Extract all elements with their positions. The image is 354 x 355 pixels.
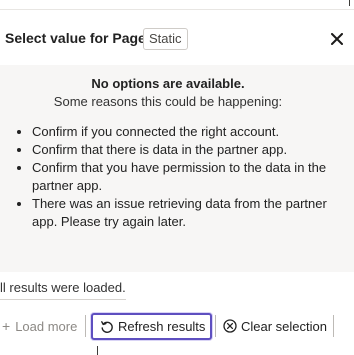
dialog-title: Select value for Page <box>5 30 146 46</box>
reason-item: There was an issue retrieving data from … <box>14 195 336 231</box>
reason-text: Confirm if you connected the right accou… <box>32 124 280 139</box>
separator <box>215 315 216 337</box>
close-button[interactable] <box>327 29 347 49</box>
separator <box>85 315 86 337</box>
notice-title: No options are available. <box>91 76 245 91</box>
separator <box>333 315 334 337</box>
close-icon <box>331 33 343 45</box>
reason-text: Confirm that you have permission to the … <box>32 160 327 193</box>
refresh-icon <box>101 320 113 333</box>
bullet-icon <box>17 202 21 206</box>
results-status: ll results were loaded. <box>0 280 126 295</box>
bullet-icon <box>17 148 21 152</box>
load-more-button[interactable]: + Load more <box>0 313 79 339</box>
notice-subtitle: Some reasons this could be happening: <box>53 94 283 109</box>
reason-text: Confirm that there is data in the partne… <box>32 142 288 157</box>
clear-selection-button[interactable]: Clear selection <box>218 314 333 338</box>
dialog-header: Select value for Page Static <box>0 9 354 65</box>
reasons-list: Confirm if you connected the right accou… <box>14 123 336 231</box>
footer-actions: + Load more Refresh results Clear select… <box>0 313 354 340</box>
results-divider <box>0 299 126 300</box>
static-badge: Static <box>143 28 188 50</box>
plus-icon: + <box>2 318 11 334</box>
bullet-icon <box>17 130 21 134</box>
bullet-icon <box>17 166 21 170</box>
load-more-label: Load more <box>15 318 78 334</box>
clear-label: Clear selection <box>241 318 327 334</box>
reason-item: Confirm that there is data in the partne… <box>14 141 336 159</box>
no-options-panel: No options are available. Some reasons t… <box>0 65 354 272</box>
reason-item: Confirm if you connected the right accou… <box>14 123 336 141</box>
refresh-label: Refresh results <box>118 319 206 334</box>
reason-text: There was an issue retrieving data from … <box>32 196 327 229</box>
refresh-results-button[interactable]: Refresh results <box>91 313 212 340</box>
clear-circle-icon <box>223 319 237 333</box>
reason-item: Confirm that you have permission to the … <box>14 159 336 195</box>
bottom-tick <box>97 346 98 355</box>
divider-tick <box>349 0 350 6</box>
